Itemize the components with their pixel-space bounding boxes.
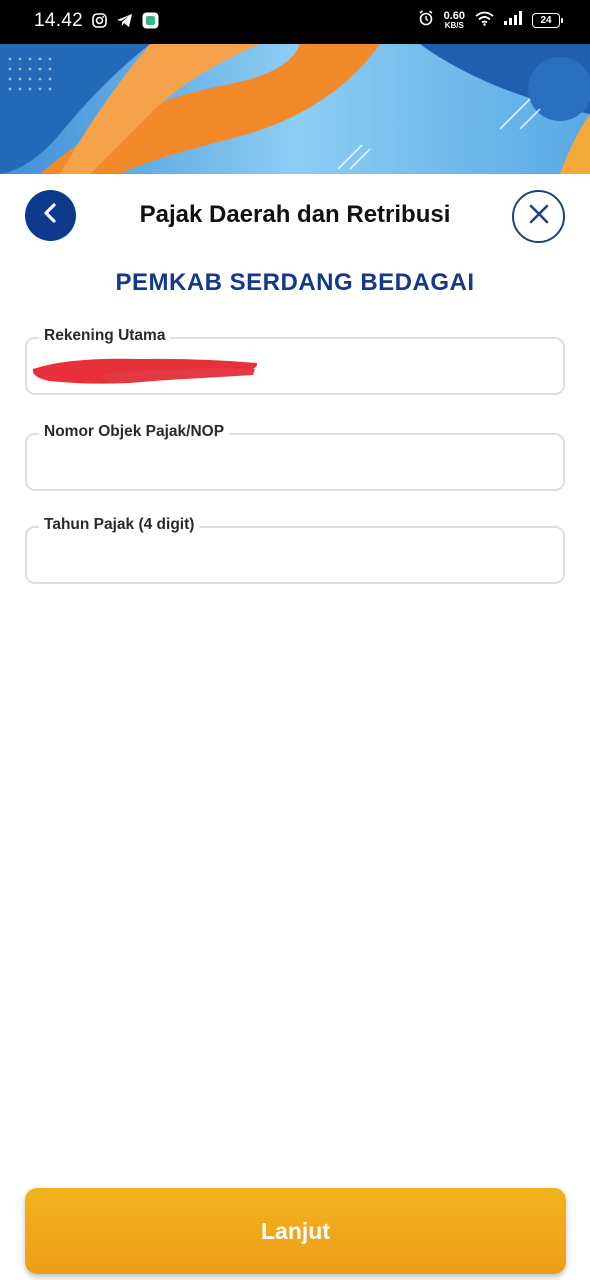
page-subtitle: PEMKAB SERDANG BEDAGAI [115, 269, 475, 296]
nop-input[interactable] [39, 449, 551, 477]
status-bar: 14.42 0.60 KB/S 24 [0, 0, 590, 44]
status-left-icons [92, 12, 159, 34]
network-speed-unit: KB/S [444, 20, 464, 30]
app-notification-icon [142, 12, 159, 34]
status-time: 14.42 [34, 10, 84, 31]
battery-icon: 24 [532, 13, 563, 28]
signal-icon [504, 11, 522, 30]
header-banner [0, 44, 590, 174]
wifi-icon [475, 11, 494, 31]
page-title: Pajak Daerah dan Retribusi [139, 201, 451, 228]
close-button[interactable] [512, 190, 565, 243]
network-speed: 0.60 KB/S [443, 9, 465, 30]
lanjut-button[interactable]: Lanjut [25, 1188, 566, 1274]
tahun-pajak-label: Tahun Pajak (4 digit) [39, 516, 200, 534]
nop-label: Nomor Objek Pajak/NOP [39, 423, 230, 441]
tahun-pajak-input[interactable] [39, 542, 551, 570]
close-icon [528, 203, 550, 230]
rekening-utama-label: Rekening Utama [39, 327, 171, 345]
alarm-icon [418, 10, 434, 31]
telegram-icon [116, 13, 133, 33]
tahun-pajak-field[interactable]: Tahun Pajak (4 digit) [25, 516, 565, 584]
nop-field[interactable]: Nomor Objek Pajak/NOP [25, 423, 565, 491]
redaction-mark [32, 358, 258, 384]
instagram-icon [92, 13, 107, 33]
network-speed-value: 0.60 [443, 9, 465, 22]
status-right-icons: 0.60 KB/S 24 [418, 9, 563, 31]
rekening-utama-field[interactable]: Rekening Utama [25, 327, 565, 395]
